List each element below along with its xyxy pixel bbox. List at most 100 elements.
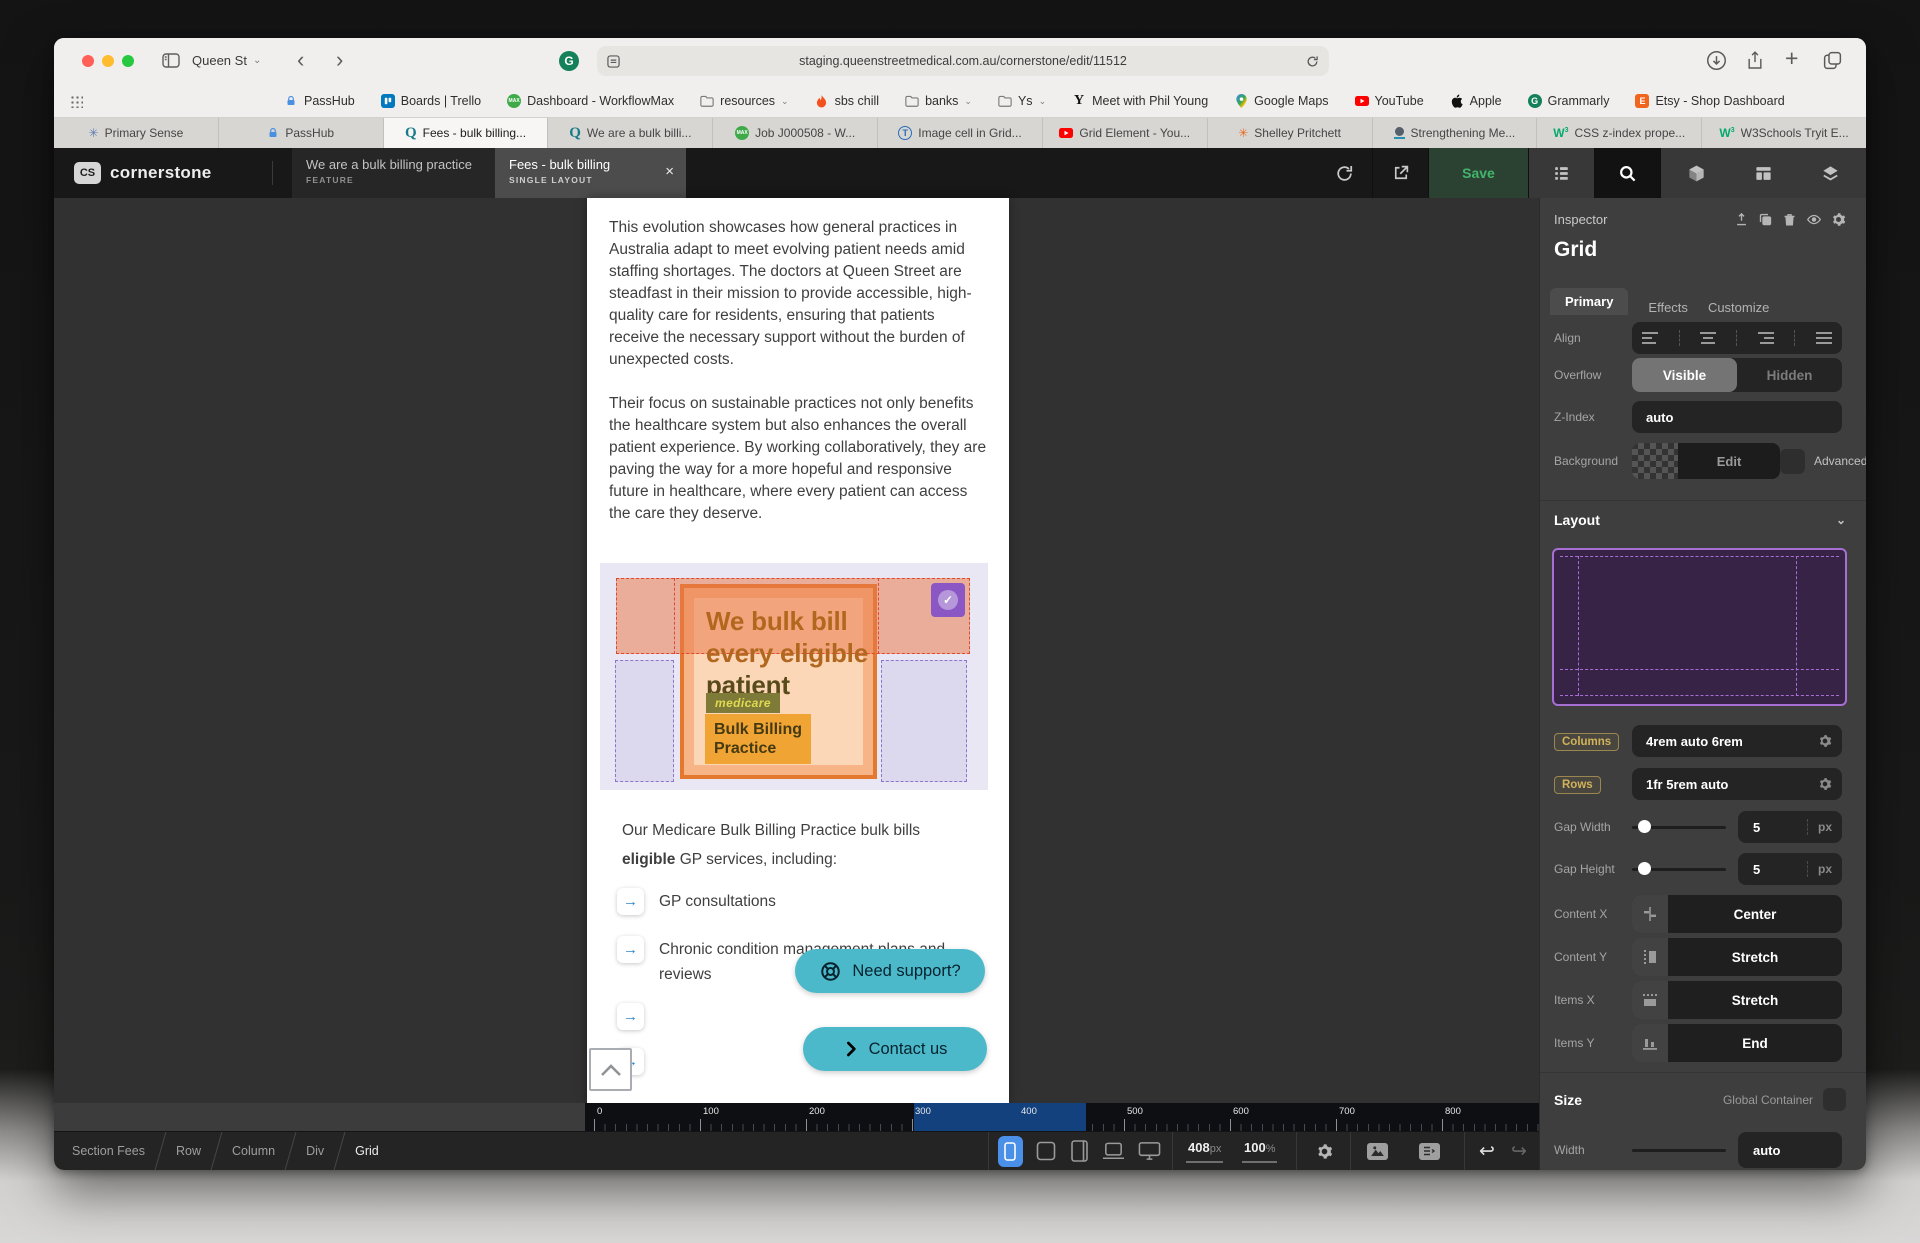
width-slider[interactable] — [1632, 1149, 1726, 1152]
columns-gear-icon[interactable] — [1818, 734, 1832, 748]
redo-icon[interactable]: ↪ — [1504, 1132, 1534, 1170]
zindex-input[interactable]: auto — [1632, 401, 1842, 433]
close-window-button[interactable] — [82, 55, 94, 67]
tab-overview-icon[interactable] — [1822, 50, 1843, 71]
content-y-select[interactable]: Stretch — [1632, 938, 1842, 976]
close-doc-tab-icon[interactable]: × — [665, 163, 674, 180]
content-x-select[interactable]: Center — [1632, 895, 1842, 933]
size-section-header[interactable]: Size Global Container — [1554, 1088, 1846, 1111]
items-x-select[interactable]: Stretch — [1632, 981, 1842, 1019]
browser-tab-job[interactable]: MAXJob J000508 - W... — [713, 118, 878, 148]
refresh-preview-button[interactable] — [1316, 148, 1372, 198]
columns-input[interactable]: 4rem auto 6rem — [1632, 725, 1842, 757]
back-button[interactable]: ‹ — [297, 47, 304, 73]
grid-cell-right[interactable] — [881, 660, 967, 782]
arrow-bullet-icon[interactable]: → — [617, 888, 644, 915]
gap-width-slider[interactable] — [1632, 826, 1726, 829]
breadcrumb-row[interactable]: Row — [172, 1144, 205, 1158]
browser-tab-css-zindex[interactable]: W3CSS z-index prope... — [1537, 118, 1702, 148]
share-icon[interactable] — [1745, 50, 1765, 71]
undo-icon[interactable]: ↩ — [1472, 1132, 1502, 1170]
bookmark-etsy[interactable]: EEtsy - Shop Dashboard — [1635, 94, 1784, 108]
browser-tab-w3schools[interactable]: W3W3Schools Tryit E... — [1702, 118, 1866, 148]
rows-gear-icon[interactable] — [1818, 777, 1832, 791]
arrow-bullet-icon[interactable]: → — [617, 1003, 644, 1030]
save-button[interactable]: Save — [1428, 148, 1528, 198]
bookmark-folder-resources[interactable]: resources⌄ — [700, 94, 788, 108]
templates-icon[interactable] — [1414, 1132, 1444, 1170]
align-center-icon[interactable] — [1700, 332, 1716, 344]
browser-tab-fees-active[interactable]: QFees - bulk billing... — [384, 118, 549, 148]
align-left-icon[interactable] — [1642, 332, 1658, 344]
bookmark-google-maps[interactable]: Google Maps — [1234, 94, 1328, 108]
browser-tab-we-are-bulk[interactable]: QWe are a bulk billi... — [548, 118, 713, 148]
bookmark-trello[interactable]: Boards | Trello — [381, 94, 481, 108]
address-bar[interactable]: staging.queenstreetmedical.com.au/corner… — [597, 46, 1329, 76]
layout-section-header[interactable]: Layout ⌄ — [1554, 512, 1846, 528]
overflow-visible-option[interactable]: Visible — [1632, 358, 1737, 392]
new-tab-icon[interactable]: + — [1785, 45, 1798, 72]
duplicate-icon[interactable] — [1758, 212, 1773, 227]
zoom-level-value[interactable]: 100% — [1242, 1140, 1277, 1163]
sidebar-toggle-icon[interactable] — [162, 53, 180, 68]
breadcrumb-div[interactable]: Div — [302, 1144, 328, 1158]
bookmark-sbs-chill[interactable]: sbs chill — [815, 94, 879, 108]
browser-tab-strengthening[interactable]: Strengthening Me... — [1373, 118, 1538, 148]
media-library-icon[interactable] — [1362, 1132, 1392, 1170]
contact-us-button[interactable]: Contact us — [803, 1027, 987, 1071]
layout-columns-icon[interactable] — [1754, 164, 1773, 183]
rows-label[interactable]: Rows — [1554, 776, 1601, 794]
align-justify-icon[interactable] — [1816, 332, 1832, 344]
browser-tab-shelley[interactable]: ✳Shelley Pritchett — [1208, 118, 1373, 148]
bookmark-meet-phil-young[interactable]: YMeet with Phil Young — [1072, 94, 1208, 108]
background-swatch[interactable] — [1632, 443, 1678, 479]
browser-tab-passhub[interactable]: PassHub — [219, 118, 384, 148]
reload-icon[interactable] — [1306, 55, 1319, 68]
rows-input[interactable]: 1fr 5rem auto — [1632, 768, 1842, 800]
overflow-toggle[interactable]: Visible Hidden — [1632, 358, 1842, 392]
global-container-checkbox[interactable] — [1823, 1088, 1846, 1111]
browser-tab-image-cell[interactable]: TImage cell in Grid... — [878, 118, 1043, 148]
doc-tab-feature[interactable]: We are a bulk billing practice FEATURE — [292, 148, 495, 198]
editor-canvas[interactable]: This evolution showcases how general pra… — [54, 198, 1539, 1103]
device-phone-button[interactable] — [995, 1132, 1025, 1170]
bookmark-passhub[interactable]: PassHub — [284, 94, 355, 108]
device-desktop-button[interactable] — [1134, 1132, 1164, 1170]
settings-gear-icon[interactable] — [1310, 1132, 1338, 1170]
need-support-button[interactable]: Need support? — [795, 949, 985, 993]
horizontal-ruler[interactable]: 0 100 200 300 400 500 600 700 800 — [54, 1103, 1539, 1131]
element-settings-gear-icon[interactable] — [1831, 212, 1846, 227]
columns-label[interactable]: Columns — [1554, 733, 1619, 751]
medicare-badge[interactable]: medicare — [706, 693, 780, 713]
tab-group-selector[interactable]: Queen St⌄ — [192, 53, 261, 68]
minimize-window-button[interactable] — [102, 55, 114, 67]
bookmark-apple[interactable]: Apple — [1450, 94, 1502, 108]
bookmark-folder-banks[interactable]: banks⌄ — [905, 94, 972, 108]
delete-trash-icon[interactable] — [1782, 212, 1797, 227]
bookmark-folder-ys[interactable]: Ys⌄ — [998, 94, 1046, 108]
gap-width-input[interactable]: 5px — [1738, 811, 1842, 843]
breadcrumb-grid-current[interactable]: Grid — [351, 1144, 383, 1158]
tab-effects[interactable]: Effects — [1648, 300, 1688, 315]
visibility-eye-icon[interactable] — [1806, 212, 1822, 227]
bookmark-youtube[interactable]: YouTube — [1355, 94, 1424, 108]
breadcrumb-section[interactable]: Section Fees — [68, 1144, 149, 1158]
device-laptop-button[interactable] — [1098, 1132, 1128, 1170]
hero-heading[interactable]: We bulk bill every eligible patient — [706, 605, 868, 701]
width-input[interactable]: auto — [1738, 1132, 1842, 1168]
layers-icon[interactable] — [1821, 164, 1840, 183]
preview-page[interactable]: This evolution showcases how general pra… — [587, 198, 1009, 1103]
cornerstone-logo[interactable]: CS — [74, 162, 101, 184]
gap-height-slider[interactable] — [1632, 868, 1726, 871]
align-control[interactable] — [1632, 322, 1842, 354]
zoom-window-button[interactable] — [122, 55, 134, 67]
downloads-icon[interactable] — [1706, 50, 1727, 71]
grid-section[interactable]: We bulk bill every eligible patient medi… — [600, 563, 988, 790]
device-tablet-button[interactable] — [1065, 1132, 1093, 1170]
apps-grid-icon[interactable] — [70, 95, 83, 108]
background-advanced-checkbox[interactable] — [1780, 449, 1805, 474]
viewport-width-value[interactable]: 408px — [1186, 1140, 1223, 1163]
outline-panel-button[interactable] — [1528, 148, 1594, 198]
bookmark-workflowmax[interactable]: MAXDashboard - WorkflowMax — [507, 94, 674, 108]
arrow-bullet-icon[interactable]: → — [617, 936, 644, 963]
